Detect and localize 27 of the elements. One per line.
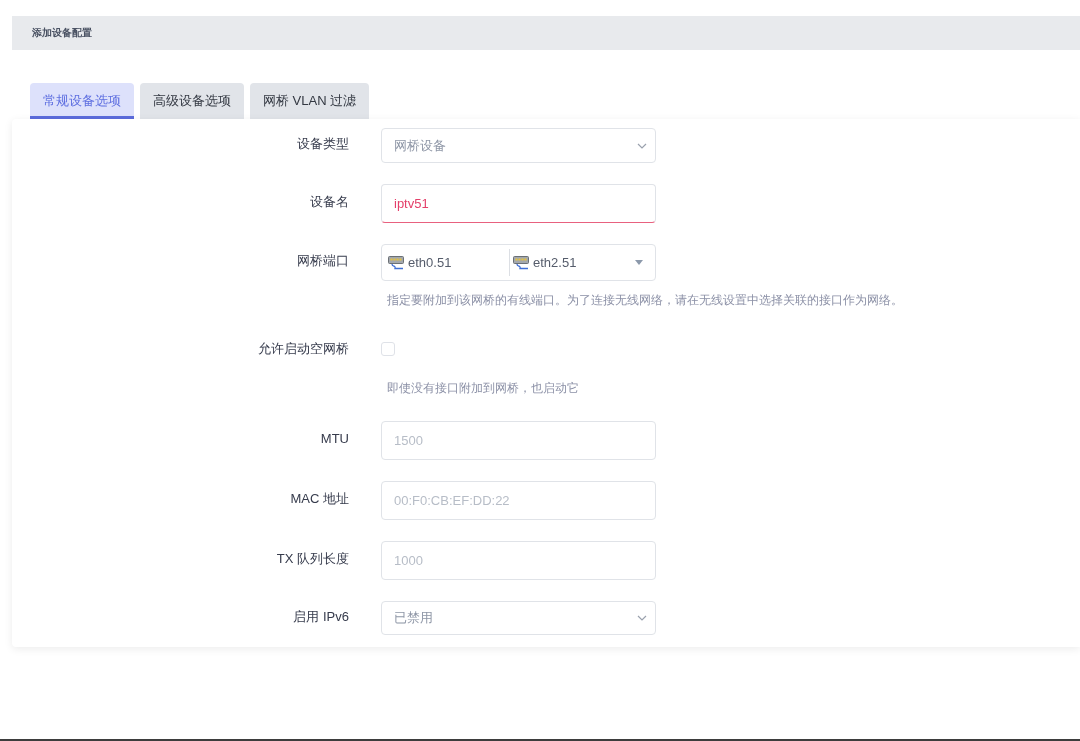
- section-title: 添加设备配置: [32, 26, 92, 40]
- port-tag[interactable]: eth2.51: [509, 249, 629, 276]
- tab[interactable]: 网桥 VLAN 过滤: [250, 83, 370, 119]
- field-label: TX 队列长度: [276, 549, 349, 568]
- chevron-down-icon: [637, 142, 647, 149]
- chevron-down-icon: [637, 615, 647, 621]
- field-label: 设备名: [310, 192, 349, 211]
- field-label: 允许启动空网桥: [258, 339, 349, 358]
- text-field[interactable]: 1000: [381, 541, 656, 580]
- field-label: MTU: [320, 431, 349, 446]
- text-field[interactable]: 1500: [381, 421, 656, 460]
- field-label: MAC 地址: [290, 489, 349, 508]
- network-port-icon: [513, 255, 529, 270]
- tab[interactable]: 高级设备选项: [140, 83, 244, 119]
- field-description: 即使没有接口附加到网桥，也启动它: [387, 381, 580, 396]
- multi-select-field[interactable]: eth0.51 eth2.51: [381, 244, 656, 281]
- tab[interactable]: 常规设备选项: [30, 83, 134, 119]
- network-port-icon: [388, 255, 404, 270]
- field-description: 指定要附加到该网桥的有线端口。为了连接无线网络，请在无线设置中选择关联的接口作为网络。: [387, 293, 904, 308]
- checkbox[interactable]: [381, 341, 395, 356]
- port-tag[interactable]: eth0.51: [382, 249, 509, 276]
- caret-down-icon: [635, 260, 643, 265]
- field-label: 网桥端口: [297, 251, 349, 270]
- text-field[interactable]: 00:F0:CB:EF:DD:22: [381, 481, 656, 520]
- field-label: 启用 IPv6: [293, 607, 349, 626]
- field-label: 设备类型: [297, 134, 349, 153]
- text-field[interactable]: iptv51: [381, 184, 656, 223]
